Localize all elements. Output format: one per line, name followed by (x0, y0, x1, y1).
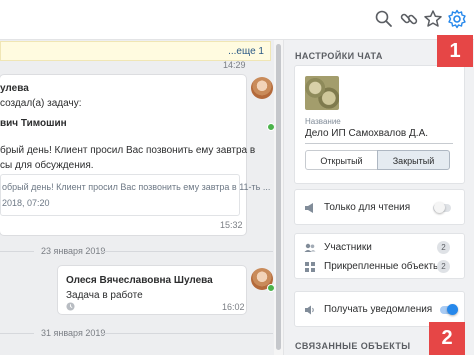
name-label: Название (305, 117, 341, 126)
pinned-more-link[interactable]: ...еще 1 (228, 46, 264, 57)
attached-objects-link[interactable]: Прикрепленные объекты (324, 261, 440, 272)
top-toolbar (0, 0, 474, 40)
read-only-toggle[interactable] (433, 202, 451, 213)
settings-title: НАСТРОЙКИ ЧАТА (295, 51, 383, 61)
notifications-toggle[interactable] (440, 304, 458, 315)
participants-count: 2 (437, 241, 450, 254)
pinned-bar[interactable]: ...еще 1 (0, 41, 271, 61)
gear-icon[interactable] (447, 9, 467, 29)
toggle-knob (447, 304, 458, 315)
separator-line (103, 251, 273, 252)
task-text: сы для обсуждения. (0, 160, 94, 171)
date-separator: 31 января 2019 (41, 328, 106, 338)
message-text: создал(а) задачу: (0, 98, 82, 109)
message-time: 15:32 (220, 220, 243, 230)
read-only-card: Только для чтения (294, 189, 465, 225)
participants-link[interactable]: Участники (324, 242, 372, 253)
closed-mode-button[interactable]: Закрытый (377, 150, 450, 170)
attachment-icon (305, 262, 315, 272)
separator-line (0, 251, 34, 252)
open-mode-button[interactable]: Открытый (305, 150, 378, 170)
scrollbar-thumb[interactable] (276, 44, 281, 350)
link-icon[interactable] (399, 9, 419, 29)
separator-line (0, 333, 34, 334)
quote-text: обрый день! Клиент просил Вас позвонить … (2, 182, 271, 192)
users-icon (304, 243, 316, 252)
star-icon[interactable] (423, 9, 443, 29)
chat-photo[interactable] (305, 76, 339, 110)
message-author: Олеся Вячеславовна Шулева (66, 275, 213, 286)
megaphone-icon (305, 203, 313, 213)
field-underline (305, 143, 453, 144)
callout-2: 2 (429, 322, 465, 355)
members-card: Участники 2 Прикрепленные объекты 2 (294, 233, 465, 279)
speaker-icon (305, 305, 314, 315)
message-time: 14:29 (223, 60, 246, 70)
toggle-knob (434, 202, 445, 213)
read-only-label: Только для чтения (324, 202, 411, 213)
avatar (251, 77, 273, 99)
related-objects-title: СВЯЗАННЫЕ ОБЪЕКТЫ (295, 341, 411, 351)
task-assignee: вич Тимошин (0, 118, 67, 129)
message-time: 16:02 (222, 302, 245, 312)
chat-settings-panel: НАСТРОЙКИ ЧАТА Название Дело ИП Самохвал… (283, 40, 474, 355)
notifications-label: Получать уведомления (324, 304, 433, 315)
attached-count: 2 (437, 260, 450, 273)
callout-1: 1 (437, 35, 473, 67)
clock-icon (66, 302, 75, 311)
separator-line (103, 333, 273, 334)
quoted-message[interactable] (0, 174, 240, 216)
date-separator: 23 января 2019 (41, 246, 106, 256)
task-text: брый день! Клиент просил Вас позвонить е… (0, 145, 256, 156)
chat-info-card: Название Дело ИП Самохвалов Д.А. Открыты… (294, 65, 465, 184)
quote-date: 2018, 07:20 (2, 198, 50, 208)
search-icon[interactable] (374, 9, 394, 29)
message-text: Задача в работе (66, 290, 143, 301)
message-author: улева (0, 83, 29, 94)
chat-name-field[interactable]: Дело ИП Самохвалов Д.А. (305, 128, 428, 139)
